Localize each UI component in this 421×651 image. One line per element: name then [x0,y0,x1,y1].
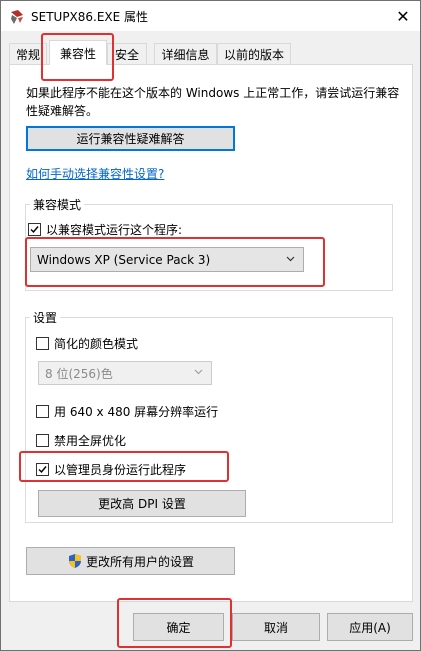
run-as-admin-label: 以管理员身份运行此程序 [54,463,187,477]
title-bar[interactable]: SETUPX86.EXE 属性 ✕ [1,1,420,31]
close-button[interactable]: ✕ [386,1,420,31]
app-icon [11,10,23,24]
ok-button[interactable]: 确定 [133,613,224,641]
intro-text: 如果此程序不能在这个版本的 Windows 上正常工作，请尝试运行兼容性疑难解答… [26,86,400,118]
color-depth-value: 8 位(256)色 [45,366,113,381]
run-as-admin-checkbox[interactable]: 以管理员身份运行此程序 [36,461,186,478]
run-troubleshooter-button[interactable]: 运行兼容性疑难解答 [26,126,235,151]
run-640x480-label: 用 640 x 480 屏幕分辨率运行 [54,405,219,419]
checkbox-box [28,223,41,236]
tab-compatibility[interactable]: 兼容性 [49,40,107,65]
window-title: SETUPX86.EXE 属性 [31,10,149,24]
apply-button[interactable]: 应用(A) [327,613,413,641]
checkbox-box [36,463,49,476]
cancel-button[interactable]: 取消 [232,613,320,641]
run-compat-mode-label: 以兼容模式运行这个程序: [46,223,183,237]
uac-shield-icon [68,554,81,568]
os-version-select[interactable]: Windows XP (Service Pack 3) [30,247,304,272]
checkmark-icon [30,226,39,234]
chevron-down-icon [286,256,295,261]
color-depth-select[interactable]: 8 位(256)色 [38,361,212,385]
chevron-down-icon [194,369,203,375]
run-640x480-checkbox[interactable]: 用 640 x 480 屏幕分辨率运行 [36,403,218,420]
change-all-users-label: 更改所有用户的设置 [85,554,194,569]
close-icon: ✕ [396,6,410,26]
tab-previous-versions[interactable]: 以前的版本 [217,43,291,64]
tab-details[interactable]: 详细信息 [154,43,217,64]
tab-general[interactable]: 常规 [9,43,47,64]
change-all-users-button[interactable]: 更改所有用户的设置 [26,547,235,575]
change-high-dpi-button[interactable]: 更改高 DPI 设置 [38,490,246,517]
compat-mode-group-label: 兼容模式 [30,196,85,213]
disable-fullscreen-opt-checkbox[interactable]: 禁用全屏优化 [36,432,126,449]
checkbox-box [36,434,49,447]
checkmark-icon [38,466,47,474]
checkbox-box [36,405,49,418]
reduced-color-checkbox[interactable]: 简化的颜色模式 [36,335,138,352]
disable-fullscreen-opt-label: 禁用全屏优化 [54,434,127,448]
tab-security[interactable]: 安全 [107,43,147,64]
run-compat-mode-checkbox[interactable]: 以兼容模式运行这个程序: [28,221,182,238]
checkbox-box [36,337,49,350]
compatibility-panel: 如果此程序不能在这个版本的 Windows 上正常工作，请尝试运行兼容性疑难解答… [9,64,413,602]
os-version-value: Windows XP (Service Pack 3) [37,252,211,267]
settings-group-label: 设置 [30,309,61,326]
reduced-color-label: 简化的颜色模式 [54,337,139,351]
properties-dialog: SETUPX86.EXE 属性 ✕ 常规 兼容性 安全 详细信息 以前的版本 如… [0,0,421,651]
manual-settings-link[interactable]: 如何手动选择兼容性设置? [26,165,164,182]
